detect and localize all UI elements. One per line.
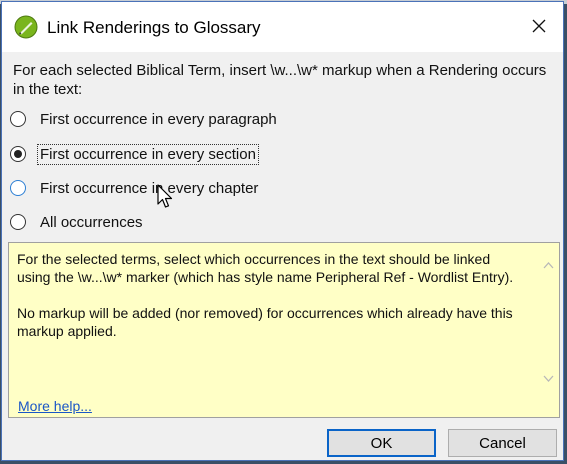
option-all-occurrences[interactable]: All occurrences xyxy=(10,211,146,233)
option-every-chapter[interactable]: First occurrence in every chapter xyxy=(10,177,261,199)
scroll-down-icon[interactable] xyxy=(543,375,554,383)
title-bar: Link Renderings to Glossary xyxy=(2,2,563,52)
mouse-pointer-icon xyxy=(157,184,173,208)
radio-button-selected[interactable] xyxy=(10,146,26,162)
dialog-title: Link Renderings to Glossary xyxy=(47,18,261,37)
option-label: All occurrences xyxy=(40,213,143,231)
dialog-window: Link Renderings to Glossary For each sel… xyxy=(1,1,564,461)
more-help-link[interactable]: More help... xyxy=(18,398,92,414)
help-scrollbar[interactable] xyxy=(540,247,557,387)
leaf-pen-icon xyxy=(14,15,38,39)
close-button[interactable] xyxy=(516,3,562,49)
help-panel: For the selected terms, select which occ… xyxy=(8,242,560,418)
radio-button[interactable] xyxy=(10,111,26,127)
radio-button[interactable] xyxy=(10,214,26,230)
option-label: First occurrence in every paragraph xyxy=(40,110,277,128)
option-label: First occurrence in every chapter xyxy=(40,179,259,197)
radio-button[interactable] xyxy=(10,180,26,196)
scroll-up-icon[interactable] xyxy=(543,261,554,269)
option-every-section[interactable]: First occurrence in every section xyxy=(10,143,259,165)
instruction-text: For each selected Biblical Term, insert … xyxy=(13,62,547,98)
option-every-paragraph[interactable]: First occurrence in every paragraph xyxy=(10,108,280,130)
ok-button[interactable]: OK xyxy=(327,429,436,457)
close-icon xyxy=(532,19,546,33)
option-label: First occurrence in every section xyxy=(37,143,259,165)
help-text: For the selected terms, select which occ… xyxy=(17,251,514,339)
cancel-button[interactable]: Cancel xyxy=(448,429,557,457)
